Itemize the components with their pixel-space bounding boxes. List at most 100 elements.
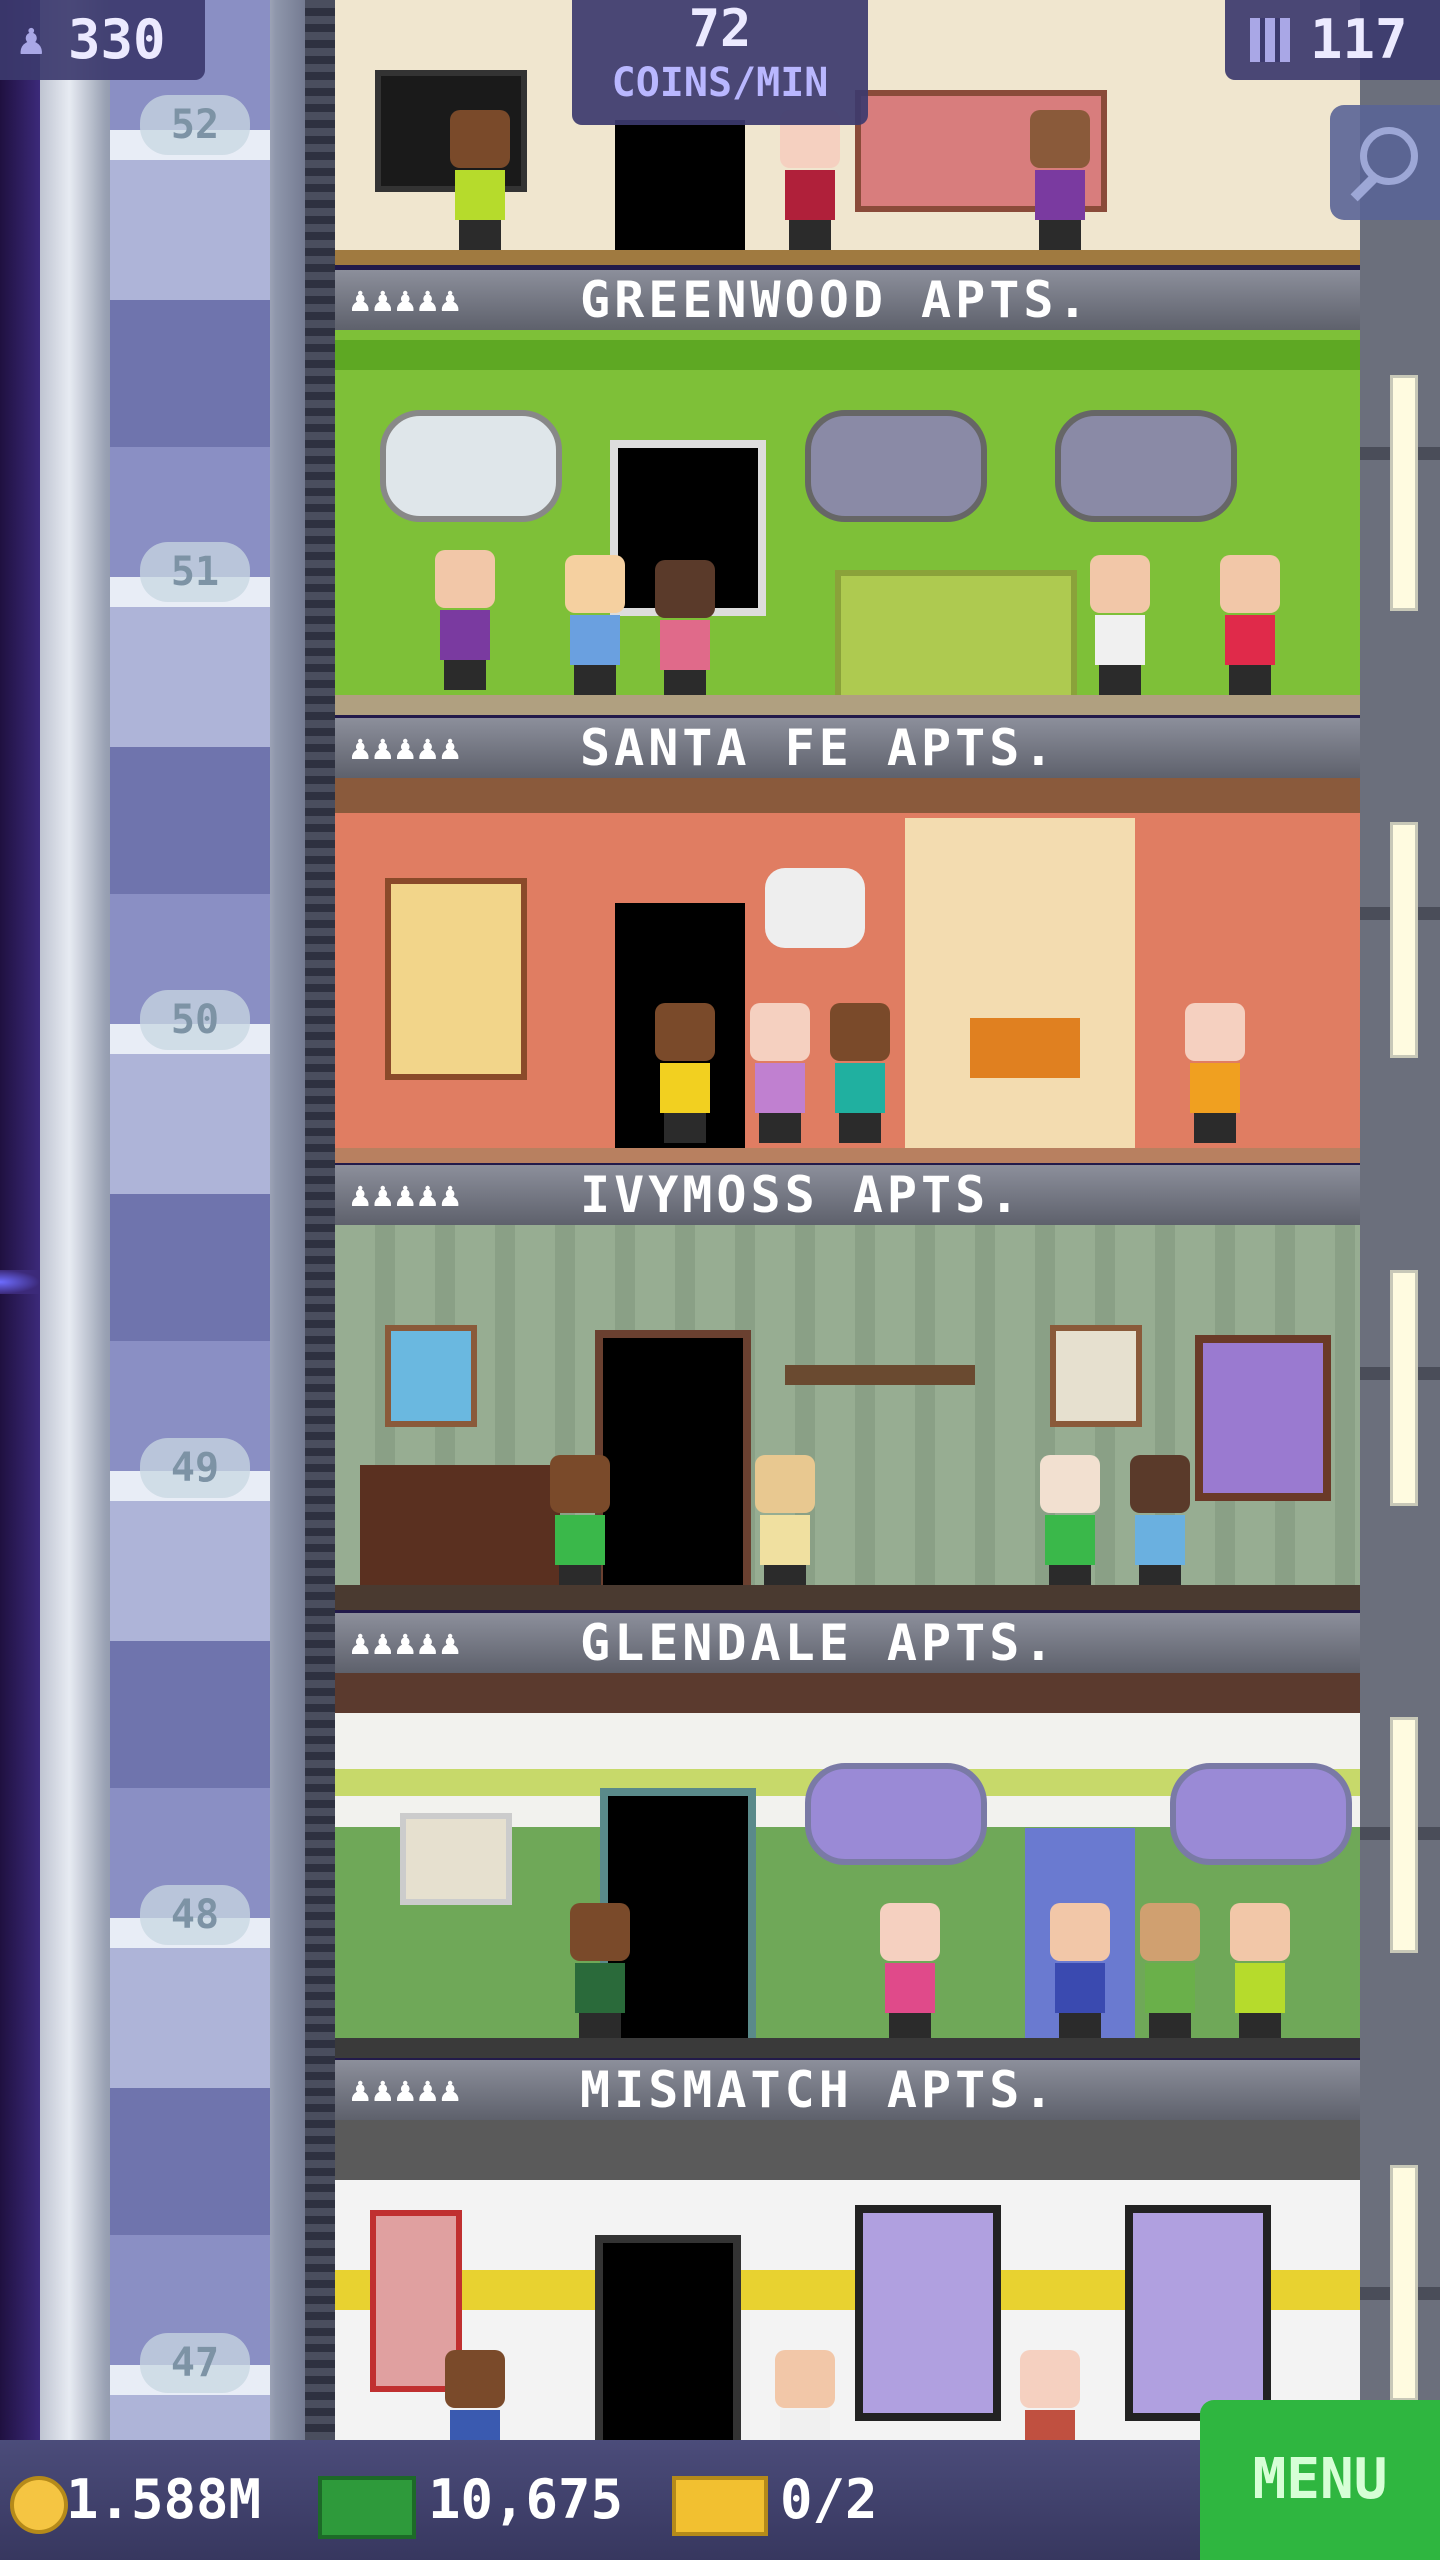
painting-icon (400, 1813, 512, 1905)
bux-icon (318, 2476, 416, 2539)
resident[interactable] (445, 110, 515, 250)
wall-light (1390, 1270, 1418, 1506)
floor-name: GREENWOOD APTS. (580, 271, 1092, 329)
resident[interactable] (1045, 1903, 1115, 2043)
floor-name: IVYMOSS APTS. (580, 1166, 1024, 1224)
floor-trim (335, 1585, 1360, 1610)
floors-value: 117 (1310, 8, 1408, 71)
magnifier-handle (1350, 174, 1378, 202)
menu-button[interactable]: MENU (1200, 2400, 1440, 2560)
resident[interactable] (1215, 555, 1285, 695)
floor-trim (335, 2038, 1360, 2058)
resident[interactable] (875, 1903, 945, 2043)
occupancy-pips: ♟♟♟♟♟ (350, 280, 463, 320)
fireplace-icon (905, 818, 1135, 1158)
window-icon (855, 2205, 1001, 2421)
skull-icon (765, 868, 865, 948)
window-icon (1170, 1763, 1352, 1865)
resident[interactable] (1225, 1903, 1295, 2043)
floors-counter[interactable]: 117 (1225, 0, 1440, 80)
floor-name: GLENDALE APTS. (580, 1614, 1058, 1672)
greenwood-apts-room[interactable] (335, 330, 1360, 715)
doorway (595, 2235, 741, 2440)
coins-rate-panel[interactable]: 72 COINS/MIN (572, 0, 868, 125)
population-counter[interactable]: ♟ 330 (0, 0, 205, 80)
resident[interactable] (1180, 1003, 1250, 1143)
painting-icon (385, 1325, 477, 1427)
wall-light (1390, 375, 1418, 611)
population-value: 330 (68, 8, 166, 71)
resident[interactable] (1035, 1455, 1105, 1595)
resident[interactable] (750, 1455, 820, 1595)
resident[interactable] (560, 555, 630, 695)
floor-header[interactable]: ♟♟♟♟♟ SANTA FE APTS. (335, 718, 1360, 778)
resident[interactable] (825, 1003, 895, 1143)
window-icon (805, 410, 987, 522)
floor-header[interactable]: ♟♟♟♟♟ MISMATCH APTS. (335, 2060, 1360, 2120)
window-icon (805, 1763, 987, 1865)
resident[interactable] (1125, 1455, 1195, 1595)
floor-number: 52 (140, 95, 250, 155)
wall-trim (335, 340, 1360, 370)
floor-header[interactable]: ♟♟♟♟♟ GREENWOOD APTS. (335, 270, 1360, 330)
coins-rate-value: 72 (688, 0, 752, 59)
rug-icon (385, 878, 527, 1080)
vip-ticket-icon (672, 2476, 768, 2536)
search-button[interactable] (1330, 105, 1440, 220)
resident[interactable] (770, 2350, 840, 2440)
glendale-apts-room[interactable] (335, 1673, 1360, 2058)
window-icon (1195, 1335, 1331, 1501)
resident[interactable] (1085, 555, 1155, 695)
floor-header[interactable]: ♟♟♟♟♟ GLENDALE APTS. (335, 1613, 1360, 1673)
floor-number: 50 (140, 990, 250, 1050)
doorway (615, 120, 745, 265)
floor-trim (335, 1148, 1360, 1163)
building-icon (1250, 18, 1290, 62)
ivymoss-apts-room[interactable] (335, 1225, 1360, 1610)
wall-light (1390, 1717, 1418, 1953)
window-icon (1125, 2205, 1271, 2421)
resident[interactable] (565, 1903, 635, 2043)
floor-number: 49 (140, 1438, 250, 1498)
resident[interactable] (745, 1003, 815, 1143)
occupancy-pips: ♟♟♟♟♟ (350, 2070, 463, 2110)
elevator-rail (305, 0, 335, 2440)
bookshelf-icon (785, 1365, 975, 1385)
coin-icon (10, 2476, 68, 2534)
floor-header[interactable]: ♟♟♟♟♟ IVYMOSS APTS. (335, 1165, 1360, 1225)
floor-number: 48 (140, 1885, 250, 1945)
mirror-icon (380, 410, 562, 522)
mismatch-apts-room[interactable] (335, 2120, 1360, 2440)
resident[interactable] (775, 110, 845, 250)
tv-cabinet-icon (360, 1465, 560, 1585)
wall-light (1390, 822, 1418, 1058)
floor-number: 47 (140, 2333, 250, 2393)
coins-value[interactable]: 1.588M (66, 2468, 261, 2531)
window-icon (1055, 410, 1237, 522)
floor-name: SANTA FE APTS. (580, 719, 1058, 777)
wall-trim (335, 1673, 1360, 1713)
wall-light (1390, 2165, 1418, 2401)
vip-value[interactable]: 0/2 (780, 2468, 878, 2531)
resident[interactable] (545, 1455, 615, 1595)
resident[interactable] (650, 560, 720, 700)
occupancy-pips: ♟♟♟♟♟ (350, 728, 463, 768)
resident[interactable] (1025, 110, 1095, 250)
tower-right-wall (1360, 0, 1440, 2440)
bux-value[interactable]: 10,675 (428, 2468, 623, 2531)
coins-rate-unit: COINS/MIN (611, 60, 829, 106)
star-glow (0, 1270, 40, 1294)
santa-fe-apts-room[interactable] (335, 778, 1360, 1163)
floor-number: 51 (140, 542, 250, 602)
person-icon: ♟ (18, 14, 45, 65)
resident[interactable] (1015, 2350, 1085, 2440)
occupancy-pips: ♟♟♟♟♟ (350, 1175, 463, 1215)
resident[interactable] (650, 1003, 720, 1143)
resident[interactable] (1135, 1903, 1205, 2043)
resident[interactable] (440, 2350, 510, 2440)
elevator-windows (110, 0, 270, 2440)
occupancy-pips: ♟♟♟♟♟ (350, 1623, 463, 1663)
wall-trim (335, 2120, 1360, 2180)
floor-trim (335, 250, 1360, 265)
resident[interactable] (430, 550, 500, 690)
